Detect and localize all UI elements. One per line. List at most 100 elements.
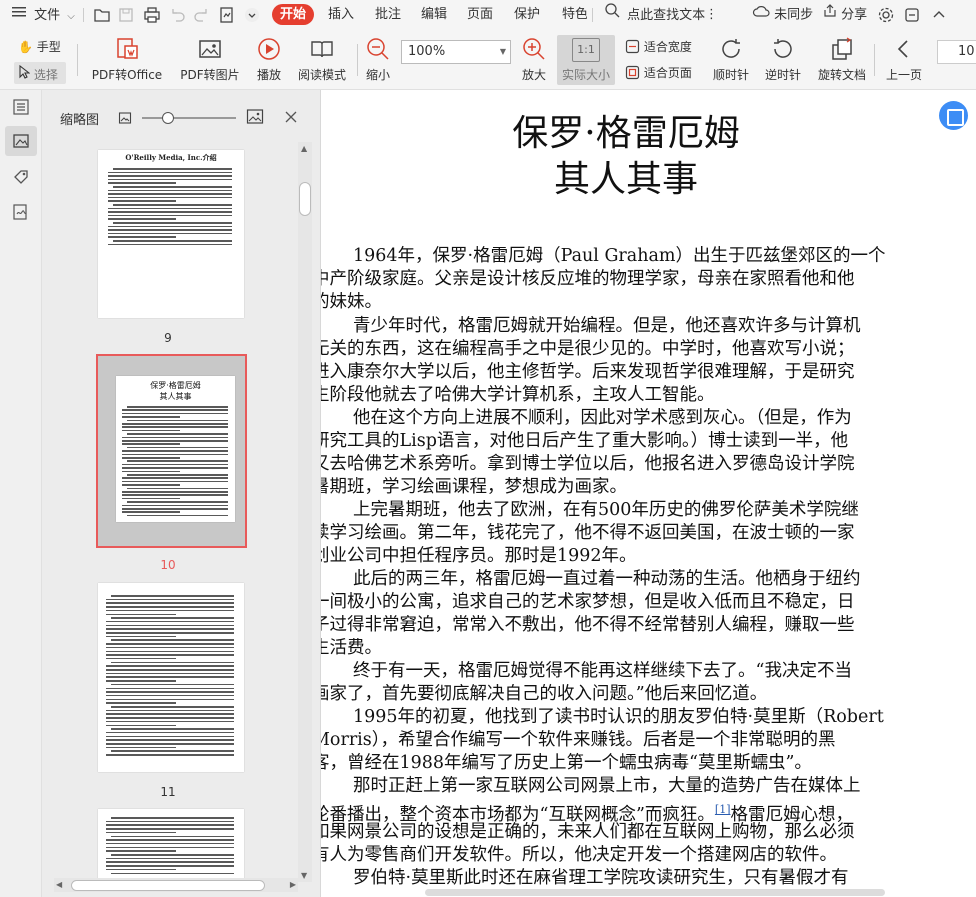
thumbnail-text-line: [106, 602, 234, 604]
thumbnail-label: 11: [160, 785, 176, 799]
rotate-clockwise-icon: [718, 36, 744, 65]
thumbnail-text-line: [122, 463, 228, 466]
pdf-to-image-button[interactable]: PDF转图片: [174, 30, 246, 90]
pdf-convert-icon[interactable]: [218, 6, 236, 24]
rotate-ccw-button[interactable]: 逆时针: [760, 30, 806, 90]
more-icon[interactable]: ⋮: [705, 0, 718, 30]
thumbnail-text-line: [122, 494, 228, 496]
pdf-to-office-button[interactable]: PDF转Office: [88, 30, 166, 90]
text-line: 暑期班，学习绘画课程，梦想成为画家。: [321, 477, 627, 497]
thumbnail-text-line: [106, 643, 234, 645]
redo-icon[interactable]: [193, 6, 211, 24]
tab-start[interactable]: 开始: [272, 4, 314, 25]
actual-size-label: 实际大小: [561, 68, 610, 82]
tab-edit[interactable]: 编辑: [421, 0, 447, 30]
scroll-right-icon[interactable]: ▶: [290, 880, 296, 889]
footnote-link[interactable]: [1]: [715, 803, 731, 816]
book-icon: [309, 36, 335, 65]
open-folder-icon[interactable]: [93, 6, 111, 24]
pdf-to-image-label: PDF转图片: [180, 68, 240, 82]
sync-label: 未同步: [774, 7, 814, 23]
scrollbar-thumb[interactable]: [425, 889, 885, 896]
prev-page-button[interactable]: 上一页: [884, 30, 924, 90]
floating-tool-button[interactable]: [939, 101, 968, 130]
signature-button[interactable]: [5, 197, 37, 227]
fit-page-button[interactable]: 适合页面: [625, 64, 692, 83]
hand-tool-button[interactable]: ✋ 手型: [18, 38, 61, 55]
tab-features[interactable]: 特色: [562, 0, 587, 30]
tag-icon: [12, 168, 30, 190]
collapse-ribbon-icon[interactable]: [930, 6, 948, 24]
search-box[interactable]: 点此查找文本: [604, 0, 705, 30]
thumbnail-text-line: [122, 450, 228, 452]
document-view[interactable]: 保罗·格雷厄姆 其人其事 1964年，保罗·格雷厄姆（Paul Graham）出…: [321, 90, 976, 897]
thumbnail-text-line: [106, 724, 177, 726]
large-image-icon[interactable]: [246, 108, 264, 130]
text-line: 生阶段他就去了哈佛大学计算机系，主攻人工智能。: [321, 385, 715, 405]
gear-icon[interactable]: [877, 6, 895, 24]
scroll-left-icon[interactable]: ◀: [56, 880, 62, 889]
thumbnail-vertical-scrollbar[interactable]: ▲ ▼: [298, 142, 312, 882]
text-line: 他在这个方向上进展不顺利，因此对学术感到灰心。（但是，作为: [353, 408, 852, 428]
tab-insert[interactable]: 插入: [328, 0, 354, 30]
zoom-select[interactable]: 100% ▼: [401, 40, 511, 64]
thumbnail-text-line: [122, 477, 228, 479]
document-horizontal-scrollbar[interactable]: [421, 887, 976, 897]
file-menu[interactable]: 文件 ⌵: [12, 0, 75, 30]
page-number-input[interactable]: 10: [937, 40, 976, 64]
play-button[interactable]: 播放: [252, 30, 286, 90]
save-icon[interactable]: [117, 6, 135, 24]
text-line: 终于有一天，格雷厄姆觉得不能再这样继续下去了。“我决定不当: [353, 661, 852, 681]
thumbnail-text-line: [113, 204, 232, 206]
outline-button[interactable]: [5, 92, 37, 122]
thumbnail-size-slider[interactable]: [142, 117, 236, 119]
rotate-cw-button[interactable]: 顺时针: [709, 30, 753, 90]
select-tool-button[interactable]: 选择: [14, 62, 66, 84]
thumbnail-page-12[interactable]: [98, 809, 244, 879]
scrollbar-thumb[interactable]: [299, 182, 311, 216]
text-line: 青少年时代，格雷厄姆就开始编程。但是，他还喜欢许多与计算机: [353, 316, 861, 336]
scrollbar-thumb[interactable]: [71, 880, 265, 891]
thumbnail-horizontal-scrollbar[interactable]: ◀ ▶: [54, 878, 298, 892]
thumbnail-text-line: [106, 691, 234, 693]
minimize-icon[interactable]: [903, 6, 921, 24]
bookmark-button[interactable]: [5, 162, 37, 192]
text-line: 一间极小的公寓，追求自己的艺术家梦想，但是收入低而且不稳定，日: [321, 592, 855, 612]
chevron-down-icon[interactable]: [243, 6, 261, 24]
thumbnail-page-9[interactable]: O'Reilly Media, Inc.介绍: [98, 150, 244, 318]
scroll-down-icon[interactable]: ▼: [301, 871, 307, 880]
thumbnail-text-line: [122, 467, 228, 469]
zoom-out-button[interactable]: 缩小: [363, 30, 393, 90]
thumbnail-text-line: [106, 676, 234, 678]
tab-page[interactable]: 页面: [467, 0, 493, 30]
tab-comment[interactable]: 批注: [375, 0, 401, 30]
fit-width-button[interactable]: 适合宽度: [625, 38, 692, 57]
sync-status[interactable]: 未同步: [752, 0, 813, 30]
small-image-icon[interactable]: [118, 110, 132, 129]
thumbnail-text-line: [106, 824, 234, 826]
undo-icon[interactable]: [168, 6, 186, 24]
thumbnail-page-10[interactable]: 保罗·格雷厄姆 其人其事: [96, 354, 247, 548]
zoom-in-button[interactable]: 放大: [519, 30, 549, 90]
chevron-down-icon: ▼: [499, 47, 506, 56]
actual-size-button[interactable]: 1:1 实际大小: [557, 35, 615, 85]
thumbnail-label: 10: [160, 558, 176, 572]
slider-handle[interactable]: [162, 112, 174, 124]
text-line: 1964年，保罗·格雷厄姆（Paul Graham）出生于匹兹堡郊区的一个: [353, 246, 886, 266]
text-line: 1995年的初夏，他找到了读书时认识的朋友罗伯特·莫里斯（Robert: [353, 707, 884, 727]
read-mode-button[interactable]: 阅读模式: [295, 30, 349, 90]
close-icon[interactable]: [284, 109, 298, 128]
print-icon[interactable]: [143, 6, 161, 24]
thumbnail-text-line: [106, 657, 177, 660]
divider: [83, 8, 84, 22]
thumbnail-page-11[interactable]: [98, 583, 244, 772]
thumbnail-text-line: [106, 698, 234, 701]
thumbnail-text-line: [111, 854, 234, 856]
share-button[interactable]: 分享: [823, 0, 867, 30]
thumbnail-button[interactable]: [5, 126, 37, 156]
tab-protect[interactable]: 保护: [514, 0, 540, 30]
zoom-in-icon: [521, 36, 547, 65]
scroll-up-icon[interactable]: ▲: [301, 144, 307, 153]
rotate-doc-button[interactable]: 旋转文档: [813, 30, 871, 90]
thumbnail-panel-header: 缩略图: [42, 90, 321, 142]
